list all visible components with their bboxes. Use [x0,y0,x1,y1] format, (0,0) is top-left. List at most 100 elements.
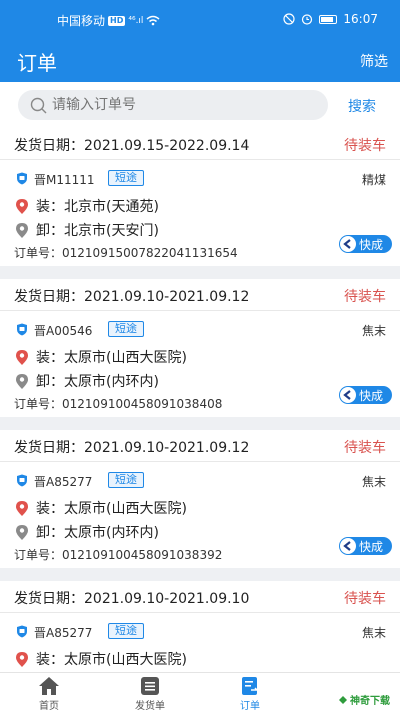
search-icon [30,97,47,114]
order-card-header: 发货日期：2021.09.15-2022.09.14 待装车 [0,128,400,160]
shield-icon [17,625,27,638]
search-button[interactable]: 搜索 [348,96,376,116]
ship-date-label: 发货日期： [14,440,84,456]
location-pin-icon [16,349,28,365]
order-card[interactable]: 发货日期：2021.09.15-2022.09.14 待装车 晋M11111 短… [0,128,400,266]
tab-home-label: 首页 [39,701,59,711]
route-tag: 短途 [108,472,144,488]
order-doc-icon [242,677,259,695]
battery-icon [319,14,338,24]
kuaicheng-logo-icon [340,538,356,554]
location-pin-icon [16,524,28,540]
ship-date-label: 发货日期： [14,591,84,607]
kuaicheng-button[interactable]: 快成 [339,386,392,404]
carrier-group: 中国移动 HD ⁴⁶.ıl [57,12,160,29]
app-header: 订单 筛选 [0,38,400,82]
order-card-header: 发货日期：2021.09.10-2021.09.12 待装车 [0,279,400,311]
load-row: 装： 太原市(山西大医院) [16,498,187,518]
order-card-header: 发货日期：2021.09.10-2021.09.12 待装车 [0,430,400,462]
plate-number: 晋A85277 [34,475,93,489]
unload-label: 卸： [36,223,64,239]
kuaicheng-button[interactable]: 快成 [339,537,392,555]
ship-date-range: 2021.09.10-2021.09.12 [84,289,250,305]
clock: 16:07 [343,12,378,26]
ship-date-range: 2021.09.15-2022.09.14 [84,138,250,154]
order-status: 待装车 [344,440,386,456]
ship-date-label: 发货日期： [14,138,84,154]
order-number-value: 012109100458091038408 [62,397,223,411]
page-title: 订单 [17,51,57,75]
order-card[interactable]: 发货日期：2021.09.10-2021.09.12 待装车 晋A00546 短… [0,279,400,417]
load-label: 装： [36,501,64,517]
order-number-value: 0121091500782204113165​4 [62,246,238,260]
plate-number: 晋A85277 [34,626,93,640]
ship-date: 发货日期：2021.09.15-2022.09.14 [14,135,249,155]
tab-shipping-list-label: 发货单 [135,701,165,711]
order-number: 订单号：012109100458091038408 [14,395,222,412]
load-row: 装： 太原市(山西大医院) [16,347,187,367]
cargo-type: 焦末 [361,475,386,489]
location-pin-icon [16,222,28,238]
status-right: 16:07 [283,12,378,26]
tab-orders-label: 订单 [240,701,260,711]
ship-date: 发货日期：2021.09.10-2021.09.12 [14,286,249,306]
order-card[interactable]: 发货日期：2021.09.10-2021.09.12 待装车 晋A85277 短… [0,430,400,568]
hd-badge: HD [108,15,126,26]
unload-row: 卸： 太原市(内环内) [16,522,159,542]
order-number: 订单号：0121091500782204113165​4 [14,244,238,261]
cargo-type: 焦末 [361,324,386,338]
kuaicheng-logo-icon [340,387,356,403]
load-address: 北京市(天通苑) [64,199,159,215]
list-icon [141,677,159,695]
location-pin-icon [16,500,28,516]
load-address: 太原市(山西大医院) [64,501,187,517]
filter-button[interactable]: 筛选 [360,51,388,71]
order-card-header: 发货日期：2021.09.10-2021.09.10 待装车 [0,581,400,613]
plate-number: 晋A00546 [34,324,93,338]
unload-row: 卸： 太原市(内环内) [16,371,159,391]
mute-icon [283,13,296,25]
watermark: 神奇下载 [338,692,390,707]
load-label: 装： [36,350,64,366]
load-label: 装： [36,652,64,668]
cargo-type: 精煤 [361,173,386,187]
location-pin-icon [16,198,28,214]
signal-icon: ⁴⁶.ıl [128,15,144,26]
kuaicheng-label: 快成 [359,539,384,554]
kuaicheng-button[interactable]: 快成 [339,235,392,253]
tab-orders[interactable]: 订单 [215,676,285,711]
route-tag: 短途 [108,623,144,639]
kuaicheng-logo-icon [340,236,356,252]
carrier-name: 中国移动 [57,14,106,28]
location-pin-icon [16,651,28,667]
search-input[interactable] [18,90,328,120]
search-bar: 搜索 [0,82,400,128]
order-status: 待装车 [344,591,386,607]
plate-number: 晋M11111 [34,173,95,187]
ship-date-label: 发货日期： [14,289,84,305]
tab-shipping-list[interactable]: 发货单 [115,676,185,711]
unload-row: 卸： 北京市(天安门) [16,220,159,240]
shield-icon [17,474,27,487]
load-row: 装： 太原市(山西大医院) [16,649,187,669]
order-number-label: 订单号： [14,548,63,562]
route-tag: 短途 [108,170,144,186]
order-number-label: 订单号： [14,246,63,260]
unload-address: 太原市(内环内) [64,374,159,390]
load-row: 装： 北京市(天通苑) [16,196,159,216]
unload-address: 北京市(天安门) [64,223,159,239]
tab-home[interactable]: 首页 [14,676,84,711]
location-pin-icon [16,373,28,389]
ship-date-range: 2021.09.10-2021.09.12 [84,440,250,456]
order-status: 待装车 [344,138,386,154]
route-tag: 短途 [108,321,144,337]
wifi-icon [146,15,160,26]
order-number: 订单号：012109100458091038392 [14,546,222,563]
alarm-icon [302,14,313,25]
ship-date: 发货日期：2021.09.10-2021.09.12 [14,437,249,457]
ship-date: 发货日期：2021.09.10-2021.09.10 [14,588,249,608]
kuaicheng-label: 快成 [359,388,384,403]
unload-label: 卸： [36,374,64,390]
cargo-type: 焦末 [361,626,386,640]
order-number-label: 订单号： [14,397,63,411]
